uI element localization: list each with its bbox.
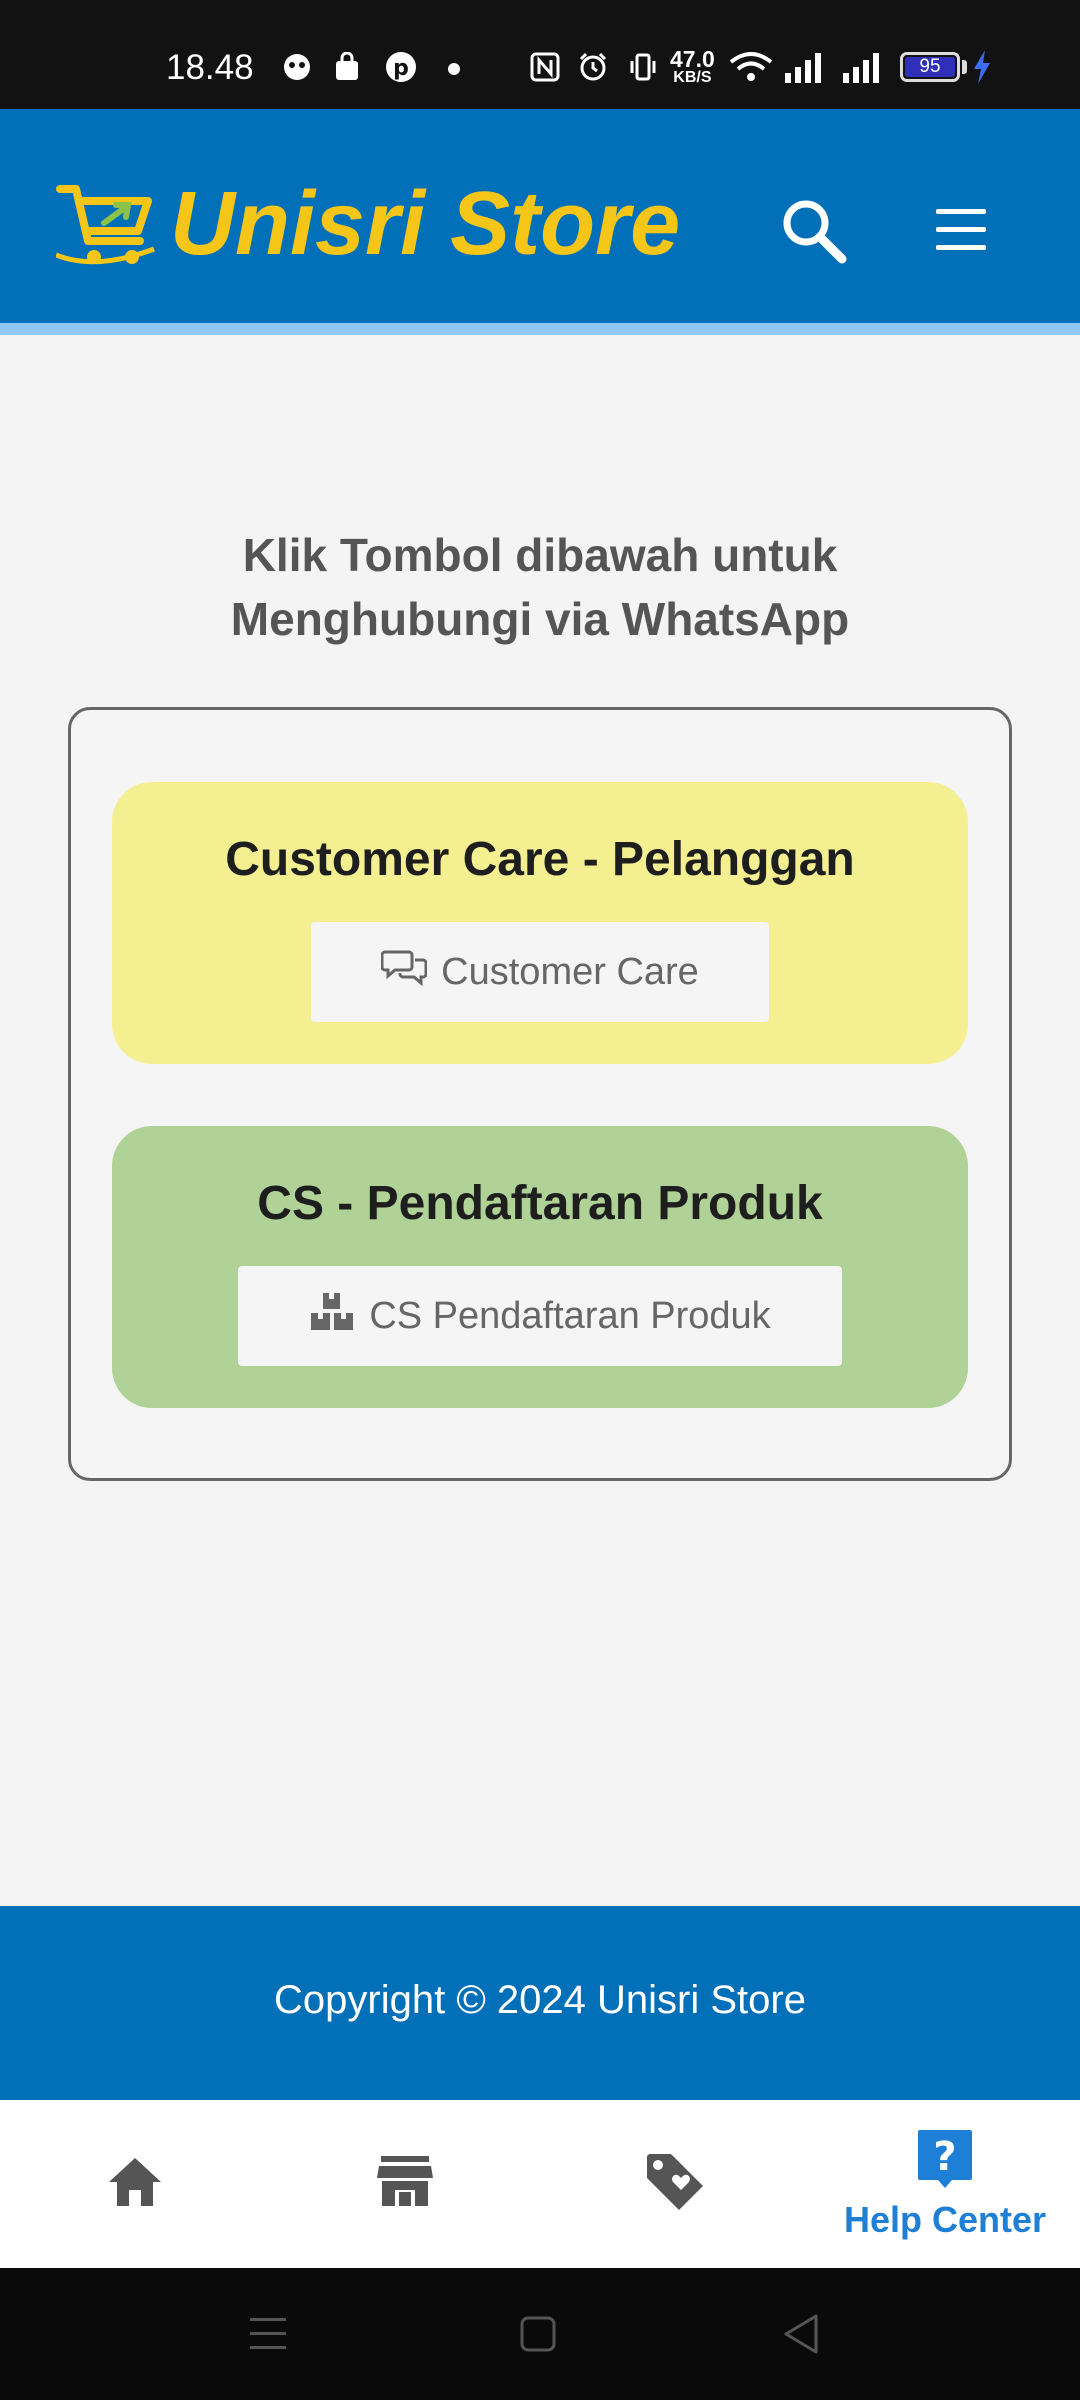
nav-help-center[interactable]: ? Help Center [810, 2100, 1080, 2268]
footer: Copyright © 2024 Unisri Store [0, 1906, 1080, 2100]
customer-care-button-label: Customer Care [441, 950, 699, 993]
pinterest-icon: p [384, 50, 418, 84]
product-registration-button-label: CS Pendaftaran Produk [369, 1294, 771, 1337]
customer-care-button[interactable]: Customer Care [311, 922, 769, 1022]
svg-text:p: p [393, 56, 409, 81]
battery-level: 95 [905, 57, 955, 77]
intro-text: Klik Tombol dibawah untuk Menghubungi vi… [230, 529, 850, 645]
copyright-text: Copyright © 2024 Unisri Store [274, 1978, 806, 2022]
nfc-icon [528, 50, 562, 84]
charging-icon [972, 50, 992, 89]
home-key-icon[interactable] [518, 2312, 558, 2361]
status-bar: 18.48 p 47.0 KB/S 95 [0, 0, 1080, 109]
search-icon[interactable] [778, 195, 850, 267]
nav-help-center-label: Help Center [843, 2198, 1047, 2240]
boxes-icon [309, 1291, 355, 1341]
help-icon: ? [916, 2128, 974, 2195]
chat-bubbles-icon [380, 948, 428, 996]
home-icon [105, 2154, 165, 2215]
network-speed-unit: KB/S [673, 69, 712, 86]
nav-store[interactable] [270, 2100, 540, 2268]
store-icon [375, 2154, 435, 2215]
network-speed: 47.0 KB/S [670, 48, 715, 86]
svg-text:?: ? [933, 2134, 956, 2180]
system-navigation-bar [0, 2268, 1080, 2400]
nav-wishlist[interactable] [540, 2100, 810, 2268]
product-registration-button[interactable]: CS Pendaftaran Produk [238, 1266, 842, 1366]
more-notifications-dot [448, 63, 460, 75]
recent-apps-icon[interactable] [248, 2312, 288, 2361]
product-registration-title: CS - Pendaftaran Produk [257, 1177, 823, 1230]
hamburger-menu-icon[interactable] [928, 199, 994, 259]
customer-care-title: Customer Care - Pelanggan [225, 833, 855, 886]
app-header: Unisri Store [0, 109, 1080, 335]
product-registration-card: CS - Pendaftaran Produk CS Pendaftaran P… [112, 1126, 968, 1408]
nav-home[interactable] [0, 2100, 270, 2268]
back-key-icon[interactable] [782, 2312, 822, 2361]
brand-logo-text[interactable]: Unisri Store [170, 169, 680, 279]
battery-icon: 95 [900, 52, 960, 82]
alarm-icon [576, 50, 610, 84]
status-time: 18.48 [166, 48, 254, 87]
signal-icon [782, 50, 828, 84]
app-notification-icon [280, 50, 314, 84]
vibrate-icon [626, 50, 660, 84]
network-speed-value: 47.0 [670, 46, 715, 72]
shopping-bag-icon [330, 50, 364, 84]
shopping-cart-icon[interactable] [55, 175, 156, 280]
signal-icon-2 [840, 50, 886, 84]
bottom-navigation: ? Help Center [0, 2100, 1080, 2268]
customer-care-card: Customer Care - Pelanggan Customer Care [112, 782, 968, 1064]
tag-heart-icon [643, 2150, 707, 2219]
battery-tip [962, 60, 967, 74]
wifi-icon [728, 50, 774, 84]
